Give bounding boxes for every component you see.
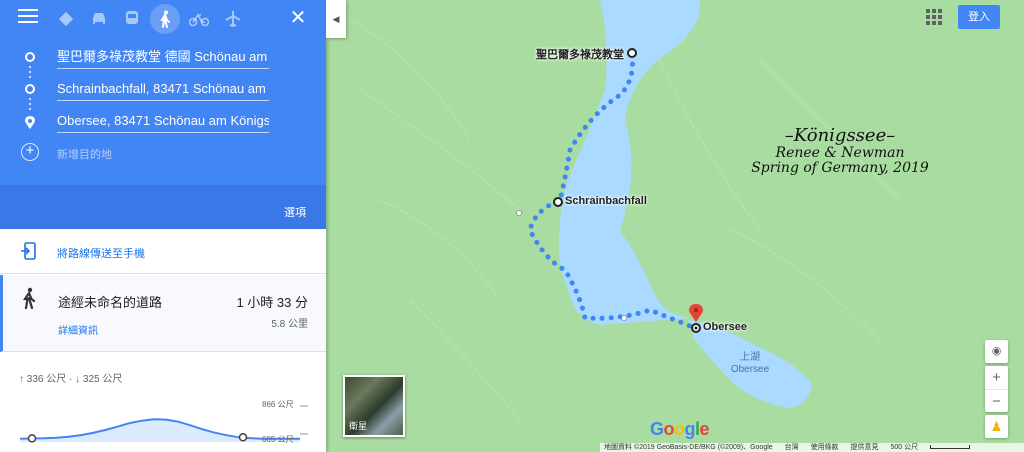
mid-marker xyxy=(553,197,563,207)
google-apps-icon[interactable] xyxy=(926,9,942,25)
walking-route-icon xyxy=(22,287,36,309)
elevation-max-label: 866 公尺 xyxy=(262,400,294,409)
elevation-start-marker xyxy=(27,434,37,443)
route-midpoint-small xyxy=(516,210,522,216)
start-point-icon xyxy=(25,52,35,62)
add-destination-label[interactable]: 新增目的地 xyxy=(57,146,112,162)
lake-label-zh: 上湖 xyxy=(740,352,760,363)
destination-pin-icon xyxy=(25,116,35,129)
satellite-label: 衛星 xyxy=(349,421,368,431)
elevation-ascent: 336 公尺 xyxy=(26,374,67,385)
route-via-label: 途經未命名的道路 xyxy=(58,295,163,310)
maps-app: 聖巴爾多祿茂教堂 Schrainbachfall Obersee 上湖 Ober… xyxy=(0,0,1024,452)
ascent-arrow-icon: ↑ xyxy=(19,374,24,385)
watermark-text: –Königssee– Renee & Newman Spring of Ger… xyxy=(740,125,940,176)
zoom-control: + − xyxy=(985,366,1008,412)
waypoint-icon xyxy=(25,84,35,94)
elevation-end-marker xyxy=(238,433,248,442)
zoom-in-button[interactable]: + xyxy=(985,366,1008,389)
directions-best-icon[interactable] xyxy=(51,4,81,34)
signin-button[interactable]: 登入 xyxy=(958,5,1000,29)
airplane-icon[interactable] xyxy=(218,4,248,34)
pegman-icon[interactable]: ♟ xyxy=(985,415,1008,438)
route-connector-icon xyxy=(29,66,31,81)
travel-mode-bar xyxy=(0,4,326,34)
route-details-link[interactable]: 詳細資訊 xyxy=(58,322,98,337)
elevation-chart: 866 公尺 605 公尺 xyxy=(19,400,308,444)
elevation-min-label: 605 公尺 xyxy=(262,435,294,444)
add-destination-icon[interactable]: + xyxy=(21,143,39,161)
waypoint-end-input[interactable]: Obersee, 83471 Schönau am Königssee xyxy=(57,109,269,133)
route-distance: 5.8 公里 xyxy=(271,319,308,330)
walking-icon[interactable] xyxy=(150,4,180,34)
my-location-control[interactable]: ◉ xyxy=(985,340,1008,363)
bicycle-icon[interactable] xyxy=(184,4,214,34)
collapse-panel-button[interactable]: ◀ xyxy=(326,0,346,38)
waypoint-start-input[interactable]: 聖巴爾多祿茂教堂 德國 Schönau am Kö xyxy=(57,45,269,69)
footer-feedback[interactable]: 提供意見 xyxy=(851,444,879,451)
start-marker-label[interactable]: 聖巴爾多祿茂教堂 xyxy=(536,46,624,62)
watermark-line1: Renee & Newman xyxy=(775,145,905,161)
send-to-phone-icon xyxy=(21,242,36,260)
watermark-title: –Königssee– xyxy=(784,125,896,146)
train-icon[interactable] xyxy=(117,4,147,34)
end-marker-label[interactable]: Obersee xyxy=(703,321,747,333)
mid-marker-label[interactable]: Schrainbachfall xyxy=(565,195,647,207)
satellite-layer-toggle[interactable]: 衛星 xyxy=(343,375,405,437)
lake-label-en: Obersee xyxy=(730,364,770,375)
route-duration: 1 小時 33 分 xyxy=(236,295,308,310)
route-midpoint-small-2 xyxy=(621,315,627,321)
directions-panel: ✕ 聖巴爾多祿茂教堂 德國 Schönau am Kö Schrainbachf… xyxy=(0,0,326,452)
descent-arrow-icon: ↓ xyxy=(75,374,81,385)
google-logo: Google xyxy=(650,419,710,439)
waypoint-mid-input[interactable]: Schrainbachfall, 83471 Schönau am Kö xyxy=(57,77,269,101)
zoom-out-button[interactable]: − xyxy=(985,389,1008,412)
options-bar: 選項 xyxy=(0,185,326,229)
footer-terms[interactable]: 使用條款 xyxy=(811,444,839,451)
footer-scale[interactable]: 500 公尺 xyxy=(890,444,918,451)
street-view-pegman[interactable]: ♟ xyxy=(985,415,1008,438)
footer-attribution: 地圖資料 ©2019 GeoBasis-DE/BKG (©2009)、Googl… xyxy=(604,444,773,451)
watermark-line2: Spring of Germany, 2019 xyxy=(751,160,929,176)
map-footer: 地圖資料 ©2019 GeoBasis-DE/BKG (©2009)、Googl… xyxy=(600,443,1024,452)
route-connector-icon-2 xyxy=(29,98,31,113)
elevation-descent: 325 公尺 xyxy=(82,374,123,385)
lake-label: 上湖 Obersee xyxy=(728,352,772,376)
directions-header: ✕ 聖巴爾多祿茂教堂 德國 Schönau am Kö Schrainbachf… xyxy=(0,0,326,185)
start-marker xyxy=(627,48,637,58)
my-location-icon[interactable]: ◉ xyxy=(985,340,1008,363)
car-icon[interactable] xyxy=(84,4,114,34)
send-to-phone-label[interactable]: 將路線傳送至手機 xyxy=(57,245,145,261)
scale-bar xyxy=(930,445,971,450)
footer-region[interactable]: 台灣 xyxy=(785,444,799,451)
end-marker-inner xyxy=(694,326,698,330)
options-button[interactable]: 選項 xyxy=(284,204,306,220)
close-icon[interactable]: ✕ xyxy=(288,7,308,29)
send-to-phone-row[interactable]: 將路線傳送至手機 xyxy=(0,229,326,274)
elevation-summary: ↑ 336 公尺 · ↓ 325 公尺 xyxy=(19,370,122,385)
route-option-card[interactable]: 途經未命名的道路 1 小時 33 分 5.8 公里 詳細資訊 xyxy=(0,275,326,352)
